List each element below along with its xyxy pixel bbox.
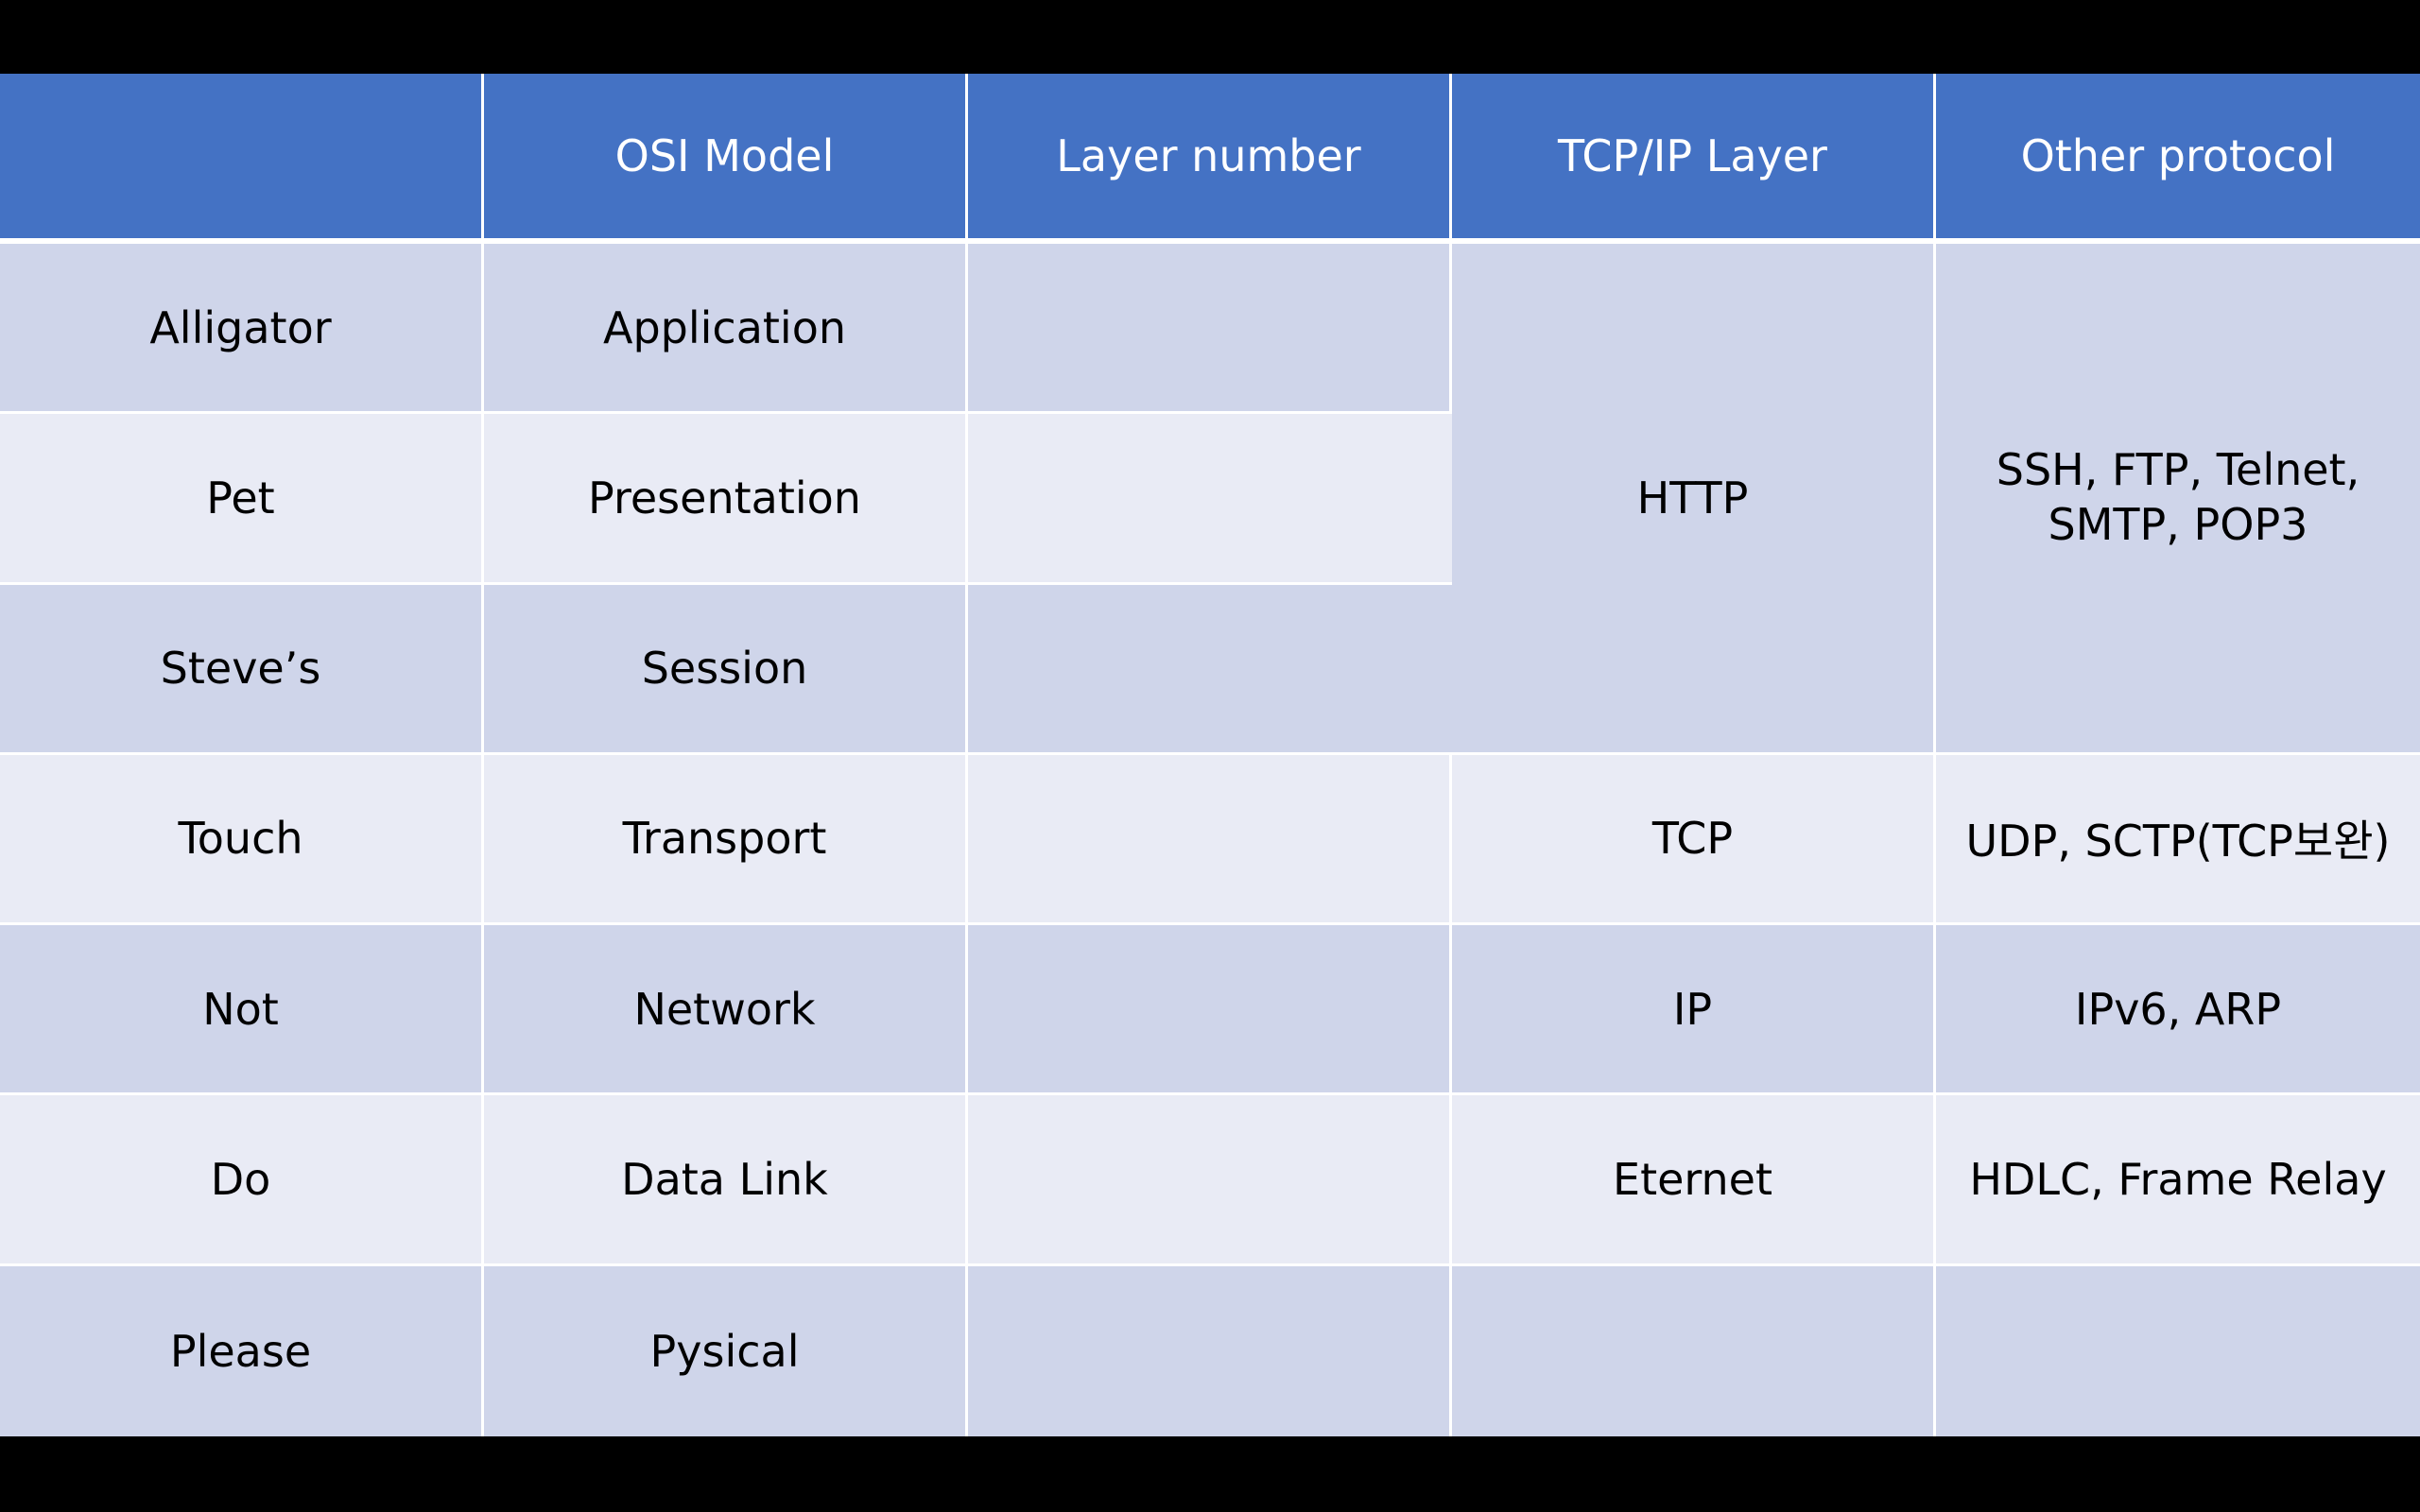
header-layer-number: Layer number — [968, 74, 1452, 244]
table-row: Do Data Link Eternet HDLC, Frame Relay — [0, 1095, 2420, 1266]
other-protocol-cell-upper: SSH, FTP, Telnet, SMTP, POP3 — [1936, 244, 2420, 755]
other-protocol-cell: IPv6, ARP — [1936, 925, 2420, 1096]
header-row: OSI Model Layer number TCP/IP Layer Othe… — [0, 74, 2420, 244]
layer-number-cell — [968, 414, 1452, 585]
mnemonic-cell: Alligator — [0, 244, 484, 415]
layer-number-cell — [968, 244, 1452, 415]
table-row: Not Network IP IPv6, ARP — [0, 925, 2420, 1096]
other-protocol-cell: UDP, SCTP(TCP보완) — [1936, 754, 2420, 926]
table-header: OSI Model Layer number TCP/IP Layer Othe… — [0, 74, 2420, 244]
osi-layer-cell: Session — [484, 584, 968, 755]
tcpip-layer-cell: IP — [1452, 925, 1936, 1096]
tcpip-layer-cell: TCP — [1452, 754, 1936, 926]
table-row: Please Pysical — [0, 1265, 2420, 1436]
osi-layer-cell: Pysical — [484, 1265, 968, 1436]
tcpip-layer-cell-upper: HTTP — [1452, 244, 1936, 755]
mnemonic-cell: Touch — [0, 754, 484, 926]
other-protocol-cell — [1936, 1265, 2420, 1436]
other-protocol-line-2: SMTP, POP3 — [2048, 498, 2308, 550]
layer-number-cell — [968, 1095, 1452, 1266]
table-body: Alligator Application HTTP SSH, FTP, Tel… — [0, 244, 2420, 1436]
osi-layer-cell: Network — [484, 925, 968, 1096]
mnemonic-cell: Do — [0, 1095, 484, 1266]
osi-model-table: OSI Model Layer number TCP/IP Layer Othe… — [0, 74, 2420, 1436]
header-mnemonic — [0, 74, 484, 244]
mnemonic-cell: Not — [0, 925, 484, 1096]
mnemonic-cell: Please — [0, 1265, 484, 1436]
other-protocol-line-1: SSH, FTP, Telnet, — [1996, 444, 2360, 496]
osi-layer-cell: Application — [484, 244, 968, 415]
osi-layer-cell: Transport — [484, 754, 968, 926]
other-protocol-cell: HDLC, Frame Relay — [1936, 1095, 2420, 1266]
layer-number-cell — [968, 925, 1452, 1096]
table-row: Alligator Application HTTP SSH, FTP, Tel… — [0, 244, 2420, 755]
header-osi-model: OSI Model — [484, 74, 968, 244]
osi-layer-cell: Presentation — [484, 414, 968, 585]
mnemonic-cell: Steve’s — [0, 584, 484, 755]
header-tcpip-layer: TCP/IP Layer — [1452, 74, 1936, 244]
table-row: Touch Transport TCP UDP, SCTP(TCP보완) — [0, 754, 2420, 926]
layer-number-cell — [968, 1265, 1452, 1436]
header-other-protocol: Other protocol — [1936, 74, 2420, 244]
layer-number-cell — [968, 584, 1452, 755]
mnemonic-cell: Pet — [0, 414, 484, 585]
slide-background: OSI Model Layer number TCP/IP Layer Othe… — [0, 0, 2420, 1512]
osi-layer-cell: Data Link — [484, 1095, 968, 1266]
tcpip-layer-cell — [1452, 1265, 1936, 1436]
tcpip-layer-cell: Eternet — [1452, 1095, 1936, 1266]
layer-number-cell — [968, 754, 1452, 926]
